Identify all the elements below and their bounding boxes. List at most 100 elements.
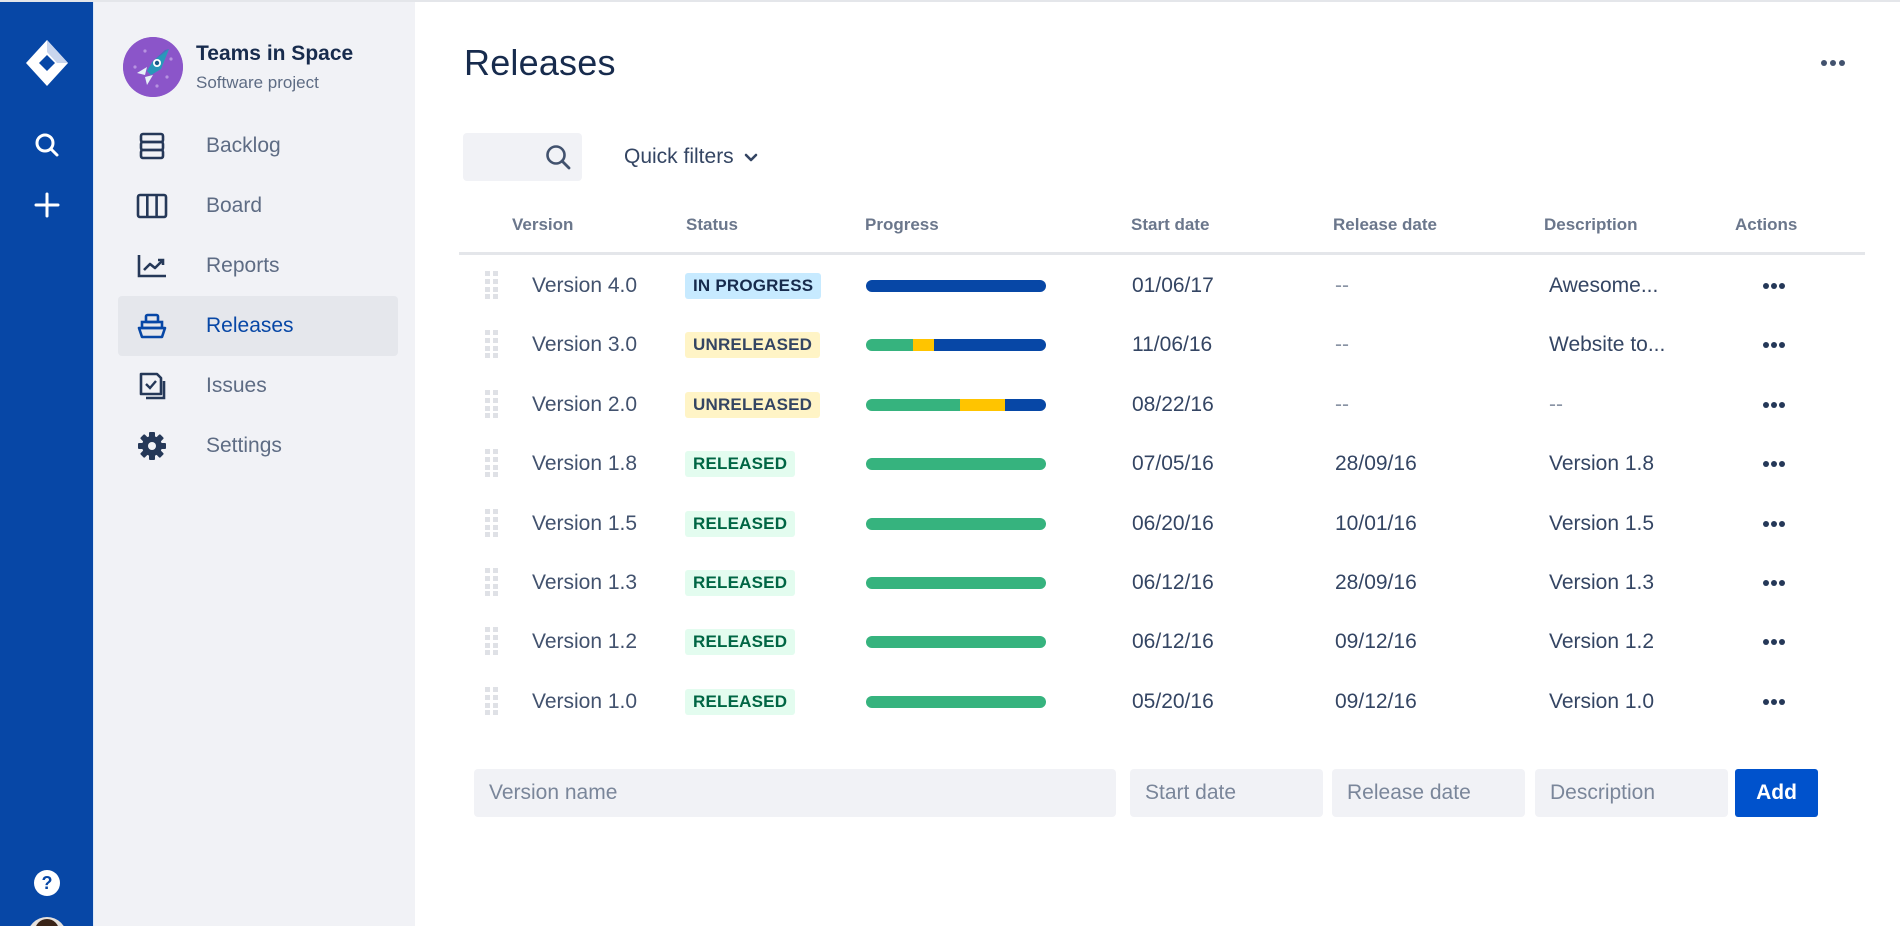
progress-done-segment — [866, 398, 960, 411]
main-content: Releases Quick filters Version Status Pr… — [415, 2, 1900, 926]
svg-text:?: ? — [41, 873, 52, 893]
version-name[interactable]: Version 1.5 — [532, 512, 637, 536]
row-actions-button[interactable] — [1757, 393, 1791, 417]
progress-done-segment — [866, 517, 1046, 530]
description: Version 1.3 — [1549, 570, 1655, 594]
page-more-actions-button[interactable] — [1813, 48, 1853, 78]
description: -- — [1549, 392, 1563, 416]
start-date: 06/12/16 — [1132, 629, 1214, 653]
backlog-icon — [132, 126, 172, 166]
version-name[interactable]: Version 1.2 — [532, 630, 637, 654]
sidebar-item-label: Board — [206, 194, 263, 217]
release-date: -- — [1335, 332, 1349, 356]
status-badge: UNRELEASED — [685, 391, 821, 418]
version-name[interactable]: Version 2.0 — [532, 393, 637, 417]
table-row[interactable]: Version 1.0 RELEASED 05/20/16 09/12/16 Versi… — [459, 672, 1865, 731]
row-actions-button[interactable] — [1757, 512, 1791, 536]
progress-bar — [866, 338, 1046, 351]
row-actions-button[interactable] — [1757, 630, 1791, 654]
drag-handle-icon[interactable] — [485, 509, 499, 537]
table-row[interactable]: Version 1.3 RELEASED 06/12/16 28/09/16 Versi… — [459, 553, 1865, 612]
more-horizontal-icon — [1763, 460, 1785, 467]
release-date: 28/09/16 — [1335, 451, 1417, 475]
progress-bar — [866, 695, 1046, 708]
sidebar-item-label: Releases — [206, 314, 294, 337]
column-header-progress: Progress — [865, 215, 939, 234]
drag-handle-icon[interactable] — [485, 687, 499, 715]
release-date-input[interactable] — [1332, 769, 1525, 817]
row-actions-button[interactable] — [1757, 452, 1791, 476]
progress-bar — [866, 279, 1046, 292]
sidebar-item-label: Reports — [206, 254, 280, 277]
sidebar-item-label: Backlog — [206, 134, 281, 157]
sidebar-item-board[interactable]: Board — [118, 176, 398, 236]
release-date: 09/12/16 — [1335, 629, 1417, 653]
status-badge: RELEASED — [685, 510, 796, 537]
sidebar-item-issues[interactable]: Issues — [118, 356, 398, 416]
drag-handle-icon[interactable] — [485, 271, 499, 299]
version-name[interactable]: Version 1.0 — [532, 690, 637, 714]
status-badge: RELEASED — [685, 450, 796, 477]
project-sidebar: Teams in Space Software project Backlog … — [93, 2, 415, 926]
table-row[interactable]: Version 1.2 RELEASED 06/12/16 09/12/16 Versi… — [459, 612, 1865, 671]
row-actions-button[interactable] — [1757, 571, 1791, 595]
version-name-input[interactable] — [474, 769, 1116, 817]
table-row[interactable]: Version 4.0 IN PROGRESS 01/06/17 -- Awesome.… — [459, 256, 1865, 315]
quick-filters-dropdown[interactable]: Quick filters — [624, 145, 758, 169]
column-header-description: Description — [1544, 215, 1638, 234]
drag-handle-icon[interactable] — [485, 390, 499, 418]
description-input[interactable] — [1535, 769, 1728, 817]
version-name[interactable]: Version 4.0 — [532, 274, 637, 298]
sidebar-item-label: Settings — [206, 434, 282, 457]
row-actions-button[interactable] — [1757, 333, 1791, 357]
search-input[interactable] — [463, 133, 582, 181]
progress-done-segment — [866, 576, 1046, 589]
table-row[interactable]: Version 1.8 RELEASED 07/05/16 28/09/16 Versi… — [459, 434, 1865, 493]
search-icon[interactable] — [0, 128, 93, 162]
jira-logo-icon[interactable] — [0, 38, 93, 88]
column-header-actions: Actions — [1735, 215, 1798, 234]
release-date: -- — [1335, 273, 1349, 297]
column-header-start-date: Start date — [1131, 215, 1210, 234]
progress-todo-segment — [1004, 398, 1046, 411]
version-name[interactable]: Version 1.8 — [532, 452, 637, 476]
table-row[interactable]: Version 3.0 UNRELEASED 11/06/16 -- Website t… — [459, 315, 1865, 374]
progress-bar — [866, 398, 1046, 411]
board-icon — [132, 186, 172, 226]
sidebar-item-label: Issues — [206, 374, 267, 397]
more-horizontal-icon — [1763, 698, 1785, 705]
release-date: 28/09/16 — [1335, 570, 1417, 594]
row-actions-button[interactable] — [1757, 690, 1791, 714]
project-avatar-rocket-icon[interactable] — [123, 37, 183, 97]
description: Awesome... — [1549, 273, 1659, 297]
sidebar-item-settings[interactable]: Settings — [118, 416, 398, 476]
row-actions-button[interactable] — [1757, 274, 1791, 298]
drag-handle-icon[interactable] — [485, 627, 499, 655]
drag-handle-icon[interactable] — [485, 330, 499, 358]
progress-in-progress-segment — [912, 338, 935, 351]
sidebar-item-backlog[interactable]: Backlog — [118, 116, 398, 176]
table-row[interactable]: Version 1.5 RELEASED 06/20/16 10/01/16 Versi… — [459, 494, 1865, 553]
add-version-button[interactable]: Add — [1735, 769, 1818, 817]
drag-handle-icon[interactable] — [485, 568, 499, 596]
table-row[interactable]: Version 2.0 UNRELEASED 08/22/16 -- -- — [459, 375, 1865, 434]
more-horizontal-icon — [1763, 401, 1785, 408]
start-date: 06/12/16 — [1132, 570, 1214, 594]
reports-icon — [132, 246, 172, 286]
start-date: 01/06/17 — [1132, 273, 1214, 297]
more-horizontal-icon — [1763, 341, 1785, 348]
version-name[interactable]: Version 3.0 — [532, 333, 637, 357]
drag-handle-icon[interactable] — [485, 449, 499, 477]
progress-done-segment — [866, 695, 1046, 708]
settings-gear-icon — [132, 426, 172, 466]
sidebar-item-reports[interactable]: Reports — [118, 236, 398, 296]
user-avatar[interactable] — [27, 917, 67, 926]
sidebar-item-releases[interactable]: Releases — [118, 296, 398, 356]
version-name[interactable]: Version 1.3 — [532, 571, 637, 595]
help-icon[interactable]: ? — [0, 866, 93, 900]
global-nav: ? — [0, 2, 93, 926]
create-plus-icon[interactable] — [0, 188, 93, 222]
column-header-release-date: Release date — [1333, 215, 1437, 234]
start-date-input[interactable] — [1130, 769, 1323, 817]
progress-in-progress-segment — [959, 398, 1005, 411]
